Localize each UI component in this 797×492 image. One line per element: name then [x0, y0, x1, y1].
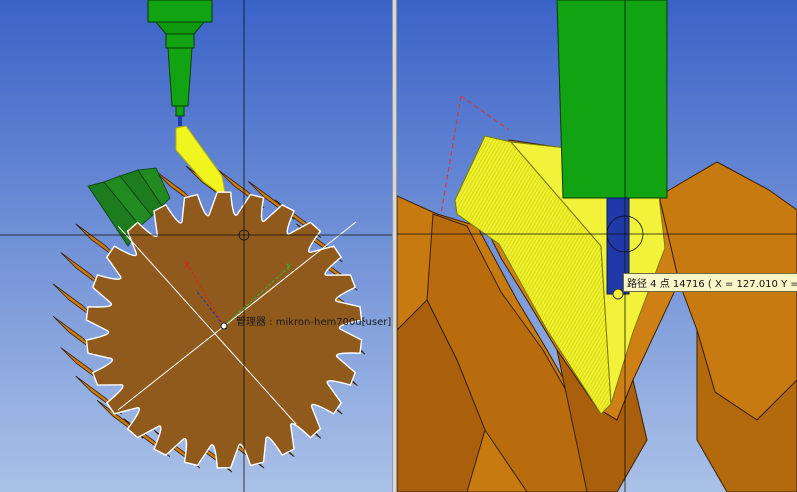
axis-y-label: Y — [285, 263, 292, 273]
machine-label: 管理器 : mikron-hem700u[user] — [236, 317, 392, 328]
left-3d-viewport[interactable]: X Y 管理器 : mikron-hem700u[user] — [0, 0, 392, 492]
right-3d-viewport[interactable]: 路径 4 点 14716 ( X = 127.010 Y = 85 — [397, 0, 797, 492]
tooth-closeup-scene — [397, 0, 797, 492]
gear-scene: X Y — [0, 0, 392, 492]
axis-x-label: X — [184, 261, 190, 271]
toolpath-point-tooltip: 路径 4 点 14716 ( X = 127.010 Y = 85 — [623, 273, 797, 292]
